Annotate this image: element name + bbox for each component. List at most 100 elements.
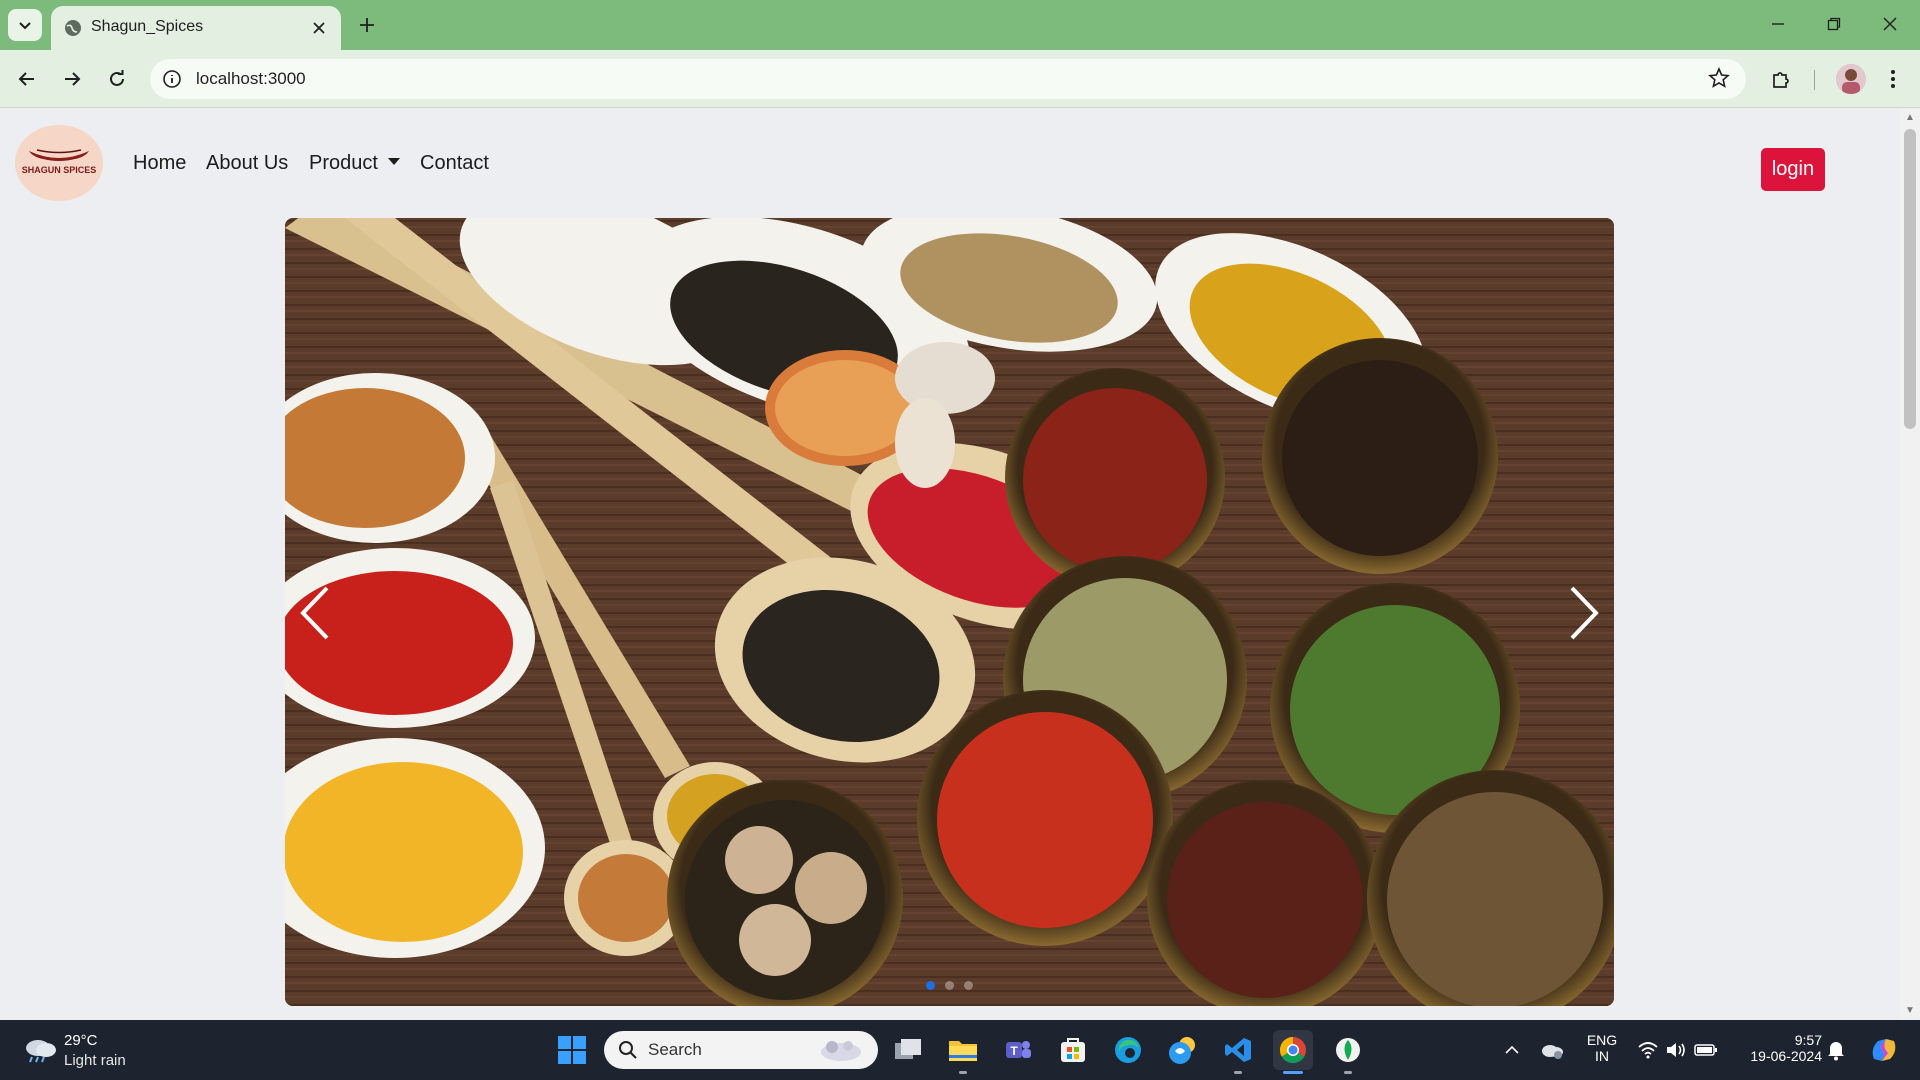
reload-icon bbox=[110, 70, 124, 86]
browser-tab[interactable]: Shagun_Spices bbox=[51, 6, 341, 50]
language-indicator[interactable]: ENG IN bbox=[1580, 1032, 1624, 1064]
task-view-button[interactable] bbox=[888, 1030, 928, 1070]
active-indicator bbox=[1283, 1071, 1303, 1074]
nav-product-label: Product bbox=[309, 152, 378, 174]
back-button[interactable] bbox=[10, 62, 44, 96]
clock[interactable]: 9:57 19-06-2024 bbox=[1732, 1032, 1822, 1064]
caret-down-icon bbox=[387, 158, 400, 166]
more-vertical-icon bbox=[1891, 70, 1895, 88]
new-tab-button[interactable] bbox=[352, 10, 382, 40]
search-highlight-icon bbox=[821, 1041, 861, 1061]
taskbar-store[interactable] bbox=[1053, 1030, 1093, 1070]
browser-toolbar: localhost:3000 bbox=[0, 50, 1920, 108]
carousel-indicator[interactable] bbox=[926, 981, 935, 990]
extensions-button[interactable] bbox=[1764, 62, 1798, 96]
close-window-button[interactable] bbox=[1870, 8, 1910, 40]
browser-menu-button[interactable] bbox=[1876, 62, 1910, 96]
taskbar-mongodb-compass[interactable] bbox=[1328, 1030, 1368, 1074]
weather-temperature: 29°C bbox=[64, 1032, 98, 1049]
search-placeholder: Search bbox=[648, 1040, 702, 1059]
nav-about-link[interactable]: About Us bbox=[206, 152, 288, 175]
copilot-button[interactable] bbox=[1866, 1032, 1902, 1068]
bookmark-button[interactable] bbox=[1708, 66, 1732, 91]
minimize-button[interactable] bbox=[1758, 8, 1798, 40]
forward-button[interactable] bbox=[55, 62, 89, 96]
edge-icon bbox=[1115, 1037, 1141, 1063]
network-button[interactable] bbox=[1636, 1038, 1660, 1062]
cloud-rain-icon bbox=[26, 1040, 56, 1063]
browser-tab-bar: Shagun_Spices bbox=[0, 0, 1920, 50]
carousel-indicator[interactable] bbox=[945, 981, 954, 990]
address-bar[interactable]: localhost:3000 bbox=[150, 59, 1746, 99]
leaf-icon bbox=[1336, 1038, 1360, 1062]
chrome-icon bbox=[1279, 1036, 1306, 1064]
chevron-right-icon bbox=[1570, 586, 1599, 640]
clock-time: 9:57 bbox=[1794, 1032, 1822, 1048]
site-navbar: SHAGUN SPICES Home About Us Product Cont… bbox=[0, 109, 1900, 209]
taskbar-edge[interactable] bbox=[1108, 1030, 1148, 1070]
star-icon bbox=[1708, 66, 1730, 88]
restore-icon bbox=[1827, 17, 1841, 31]
show-hidden-icons-button[interactable] bbox=[1500, 1038, 1524, 1062]
globe-icon bbox=[65, 20, 81, 36]
chevron-down-icon bbox=[19, 22, 31, 30]
nav-home-link[interactable]: Home bbox=[133, 152, 186, 175]
store-icon bbox=[1061, 1038, 1085, 1062]
chili-logo-icon: SHAGUN SPICES bbox=[15, 125, 103, 201]
close-icon bbox=[1883, 17, 1897, 31]
arrow-right-icon bbox=[65, 72, 81, 86]
cloud-icon bbox=[1542, 1045, 1563, 1059]
onedrive-tray-button[interactable] bbox=[1540, 1038, 1564, 1062]
chevron-left-icon bbox=[300, 586, 329, 640]
weather-description: Light rain bbox=[64, 1052, 126, 1069]
scrollbar-thumb[interactable] bbox=[1904, 129, 1916, 429]
taskbar-vscode[interactable] bbox=[1218, 1030, 1258, 1074]
logo-text: SHAGUN SPICES bbox=[22, 165, 97, 175]
url-text[interactable]: localhost:3000 bbox=[196, 69, 306, 89]
teams-icon: T bbox=[1006, 1041, 1031, 1058]
sun-cloud-icon bbox=[1169, 1037, 1195, 1064]
scroll-up-arrow-icon[interactable]: ▲ bbox=[1905, 113, 1915, 123]
puzzle-icon bbox=[1773, 72, 1789, 88]
site-logo[interactable]: SHAGUN SPICES bbox=[15, 125, 103, 201]
nav-contact-link[interactable]: Contact bbox=[420, 152, 489, 175]
scroll-down-arrow-icon[interactable]: ▼ bbox=[1905, 1006, 1915, 1016]
weather-widget[interactable]: 29°C Light rain bbox=[22, 1030, 182, 1072]
hero-carousel bbox=[285, 218, 1614, 1006]
start-button[interactable] bbox=[552, 1030, 592, 1070]
tab-close-button[interactable] bbox=[307, 16, 331, 40]
carousel-prev-button[interactable] bbox=[285, 578, 345, 648]
carousel-next-button[interactable] bbox=[1554, 578, 1614, 648]
running-indicator bbox=[1234, 1071, 1242, 1074]
reload-button[interactable] bbox=[100, 62, 134, 96]
taskbar-file-explorer[interactable] bbox=[943, 1030, 983, 1074]
carousel-indicators bbox=[285, 981, 1614, 990]
page-scrollbar[interactable]: ▲ ▼ bbox=[1900, 109, 1920, 1020]
plus-icon bbox=[360, 18, 374, 32]
wifi-icon bbox=[1638, 1042, 1658, 1059]
nav-product-dropdown[interactable]: Product bbox=[309, 152, 400, 175]
language-primary: ENG bbox=[1586, 1032, 1618, 1048]
taskbar-weather-app[interactable] bbox=[1163, 1030, 1203, 1070]
tab-search-button[interactable] bbox=[8, 9, 42, 41]
login-button[interactable]: login bbox=[1761, 148, 1825, 191]
folder-icon bbox=[949, 1041, 977, 1061]
carousel-indicator[interactable] bbox=[964, 981, 973, 990]
battery-icon bbox=[1694, 1044, 1717, 1056]
notifications-button[interactable] bbox=[1824, 1038, 1848, 1062]
info-icon bbox=[163, 70, 181, 88]
restore-button[interactable] bbox=[1814, 8, 1854, 40]
bell-icon bbox=[1828, 1042, 1844, 1061]
taskbar-search[interactable]: Search bbox=[604, 1031, 878, 1069]
toolbar-divider bbox=[1814, 70, 1815, 90]
battery-button[interactable] bbox=[1694, 1038, 1718, 1062]
close-icon bbox=[313, 22, 325, 34]
volume-button[interactable] bbox=[1664, 1038, 1688, 1062]
taskbar-chrome[interactable] bbox=[1273, 1030, 1313, 1074]
tab-title: Shagun_Spices bbox=[91, 18, 204, 35]
clock-date: 19-06-2024 bbox=[1750, 1048, 1822, 1064]
language-secondary: IN bbox=[1595, 1048, 1609, 1064]
taskbar-teams[interactable]: T bbox=[998, 1030, 1038, 1070]
site-info-button[interactable] bbox=[160, 67, 184, 91]
profile-avatar[interactable] bbox=[1836, 64, 1866, 94]
